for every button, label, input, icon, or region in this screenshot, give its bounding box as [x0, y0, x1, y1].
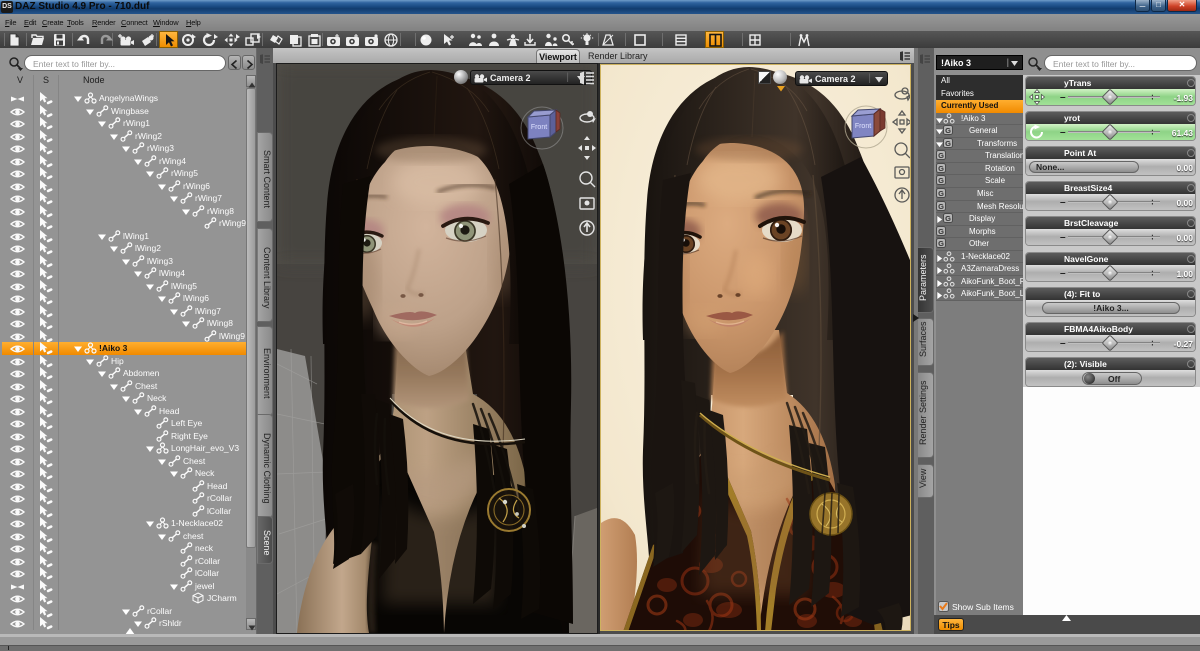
- svg-text:G: G: [938, 226, 944, 235]
- svg-text:G: G: [938, 176, 944, 185]
- svg-text:G: G: [938, 239, 944, 248]
- svg-text:Front: Front: [855, 123, 871, 130]
- svg-text:G: G: [938, 164, 944, 173]
- svg-text:G: G: [945, 126, 951, 135]
- svg-text:G: G: [938, 151, 944, 160]
- svg-text:G: G: [945, 139, 951, 148]
- svg-text:G: G: [938, 189, 944, 198]
- svg-text:G: G: [938, 201, 944, 210]
- svg-text:Front: Front: [531, 124, 547, 131]
- svg-text:G: G: [945, 214, 951, 223]
